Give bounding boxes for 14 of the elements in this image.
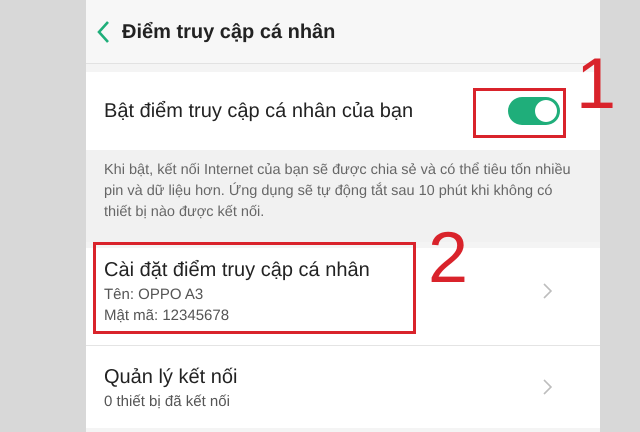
row-title: Quản lý kết nối [104,364,238,390]
row-subtitle: 0 thiết bị đã kết nối [104,392,231,412]
step-number: 1 [576,48,616,120]
toggle-switch[interactable] [508,97,560,125]
chevron-right-icon [543,282,552,298]
row-subtitle: Mật mã: 12345678 [104,306,230,326]
row-title: Cài đặt điểm truy cập cá nhân [104,258,370,282]
row-subtitle: Tên: OPPO A3 [104,284,204,304]
toggle-label: Bật điểm truy cập cá nhân của bạn [104,99,414,124]
chevron-right-icon [543,379,552,395]
back-icon [96,20,110,44]
settings-row[interactable]: Quản lý kết nối 0 thiết bị đã kết nối [86,346,600,428]
screen-title: Điểm truy cập cá nhân [122,20,336,44]
description-text: Khi bật, kết nối Internet của bạn sẽ được chia sẻ và có thể tiêu tốn nhiều pin và dữ liệu hơn. Ứng dụng sẽ tự động tắt sau 10 phút khi không có thiết bị nào được kết nối. [104,161,572,222]
